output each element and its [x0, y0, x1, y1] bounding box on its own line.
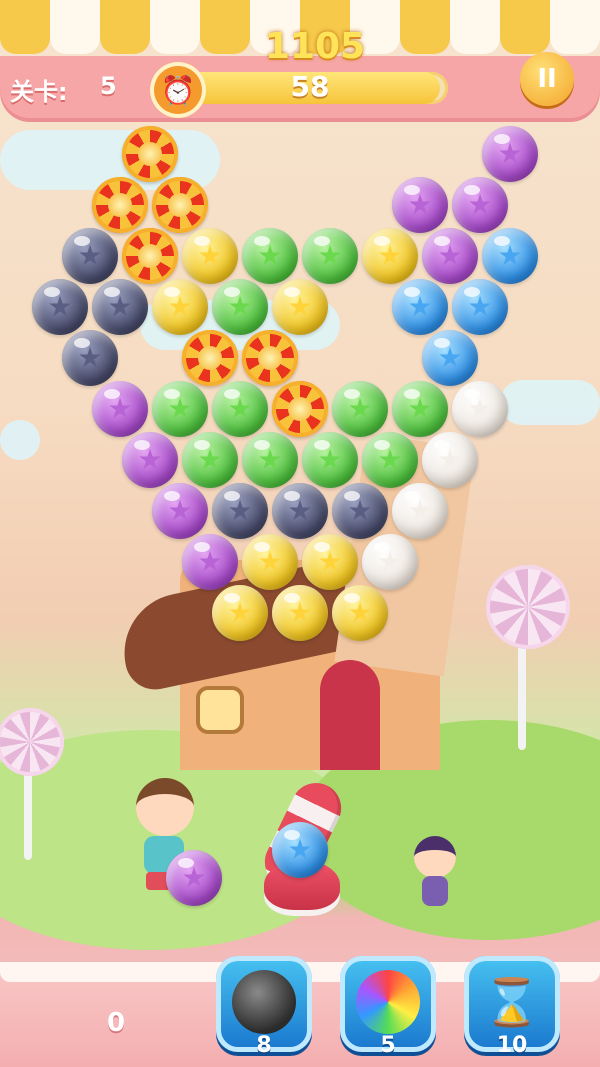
- green-bubble: ★: [362, 432, 418, 488]
- yellow-bubble: ★: [212, 585, 268, 641]
- yellow-bubble: ★: [242, 534, 298, 590]
- cloud: [500, 380, 600, 425]
- bomb-powerup-button[interactable]: 8: [216, 956, 312, 1058]
- rainbow-count: 5: [380, 1033, 396, 1058]
- bomb-icon: [232, 970, 296, 1034]
- next-bubble[interactable]: ★: [166, 850, 222, 906]
- swirl-bubble: [122, 126, 178, 182]
- bomb-count: 8: [256, 1033, 272, 1058]
- swirl-bubble: [92, 177, 148, 233]
- green-bubble: ★: [302, 432, 358, 488]
- hourglass-icon: ⌛: [483, 974, 541, 1029]
- purple-bubble: ★: [152, 483, 208, 539]
- cloud: [0, 420, 40, 460]
- yellow-bubble: ★: [272, 585, 328, 641]
- lollipop: [486, 565, 570, 649]
- swirl-bubble: [242, 330, 298, 386]
- blue-bubble: ★: [452, 279, 508, 335]
- swirl-bubble: [152, 177, 208, 233]
- yellow-bubble: ★: [182, 228, 238, 284]
- purple-bubble: ★: [182, 534, 238, 590]
- green-bubble: ★: [242, 432, 298, 488]
- score: 1105: [264, 26, 366, 67]
- blue-bubble: ★: [392, 279, 448, 335]
- dark-bubble: ★: [92, 279, 148, 335]
- hourglass-count: 10: [496, 1033, 528, 1058]
- purple-bubble: ★: [422, 228, 478, 284]
- swirl-bubble: [182, 330, 238, 386]
- alarm-clock-icon: ⏰: [150, 62, 206, 118]
- loaded-bubble[interactable]: ★: [272, 822, 328, 878]
- dark-bubble: ★: [212, 483, 268, 539]
- purple-bubble: ★: [392, 177, 448, 233]
- white-bubble: ★: [362, 534, 418, 590]
- dark-bubble: ★: [62, 330, 118, 386]
- green-bubble: ★: [302, 228, 358, 284]
- girl-character: [410, 836, 460, 912]
- level-label: 关卡:: [10, 78, 68, 106]
- dark-bubble: ★: [332, 483, 388, 539]
- rainbow-ball-icon: [356, 970, 420, 1034]
- blue-bubble: ★: [482, 228, 538, 284]
- dark-bubble: ★: [272, 483, 328, 539]
- hourglass-powerup-button[interactable]: ⌛ 10: [464, 956, 560, 1058]
- blue-bubble: ★: [422, 330, 478, 386]
- green-bubble: ★: [212, 381, 268, 437]
- white-bubble: ★: [422, 432, 478, 488]
- purple-bubble: ★: [92, 381, 148, 437]
- white-bubble: ★: [392, 483, 448, 539]
- dark-bubble: ★: [62, 228, 118, 284]
- green-bubble: ★: [152, 381, 208, 437]
- green-bubble: ★: [212, 279, 268, 335]
- yellow-bubble: ★: [272, 279, 328, 335]
- green-bubble: ★: [332, 381, 388, 437]
- rainbow-powerup-button[interactable]: 5: [340, 956, 436, 1058]
- purple-bubble: ★: [482, 126, 538, 182]
- swirl-bubble: [122, 228, 178, 284]
- green-bubble: ★: [182, 432, 238, 488]
- level-number: 5: [100, 72, 117, 100]
- timer-value: 58: [290, 70, 330, 103]
- purple-bubble: ★: [122, 432, 178, 488]
- yellow-bubble: ★: [152, 279, 208, 335]
- yellow-bubble: ★: [302, 534, 358, 590]
- purple-bubble: ★: [452, 177, 508, 233]
- swirl-bubble: [272, 381, 328, 437]
- green-bubble: ★: [242, 228, 298, 284]
- pause-button[interactable]: II: [520, 52, 574, 106]
- green-bubble: ★: [392, 381, 448, 437]
- shot-counter: 0: [106, 1008, 126, 1038]
- yellow-bubble: ★: [332, 585, 388, 641]
- yellow-bubble: ★: [362, 228, 418, 284]
- game-screen: 关卡: 5 1105 58 ⏰ II ★ ★ ★ ★ ★ ★ ★ ★ ★ ★ ★ ★ ★ ★ ★ ★ ★ ★ ★ ★ ★…: [0, 0, 600, 1067]
- white-bubble: ★: [452, 381, 508, 437]
- dark-bubble: ★: [32, 279, 88, 335]
